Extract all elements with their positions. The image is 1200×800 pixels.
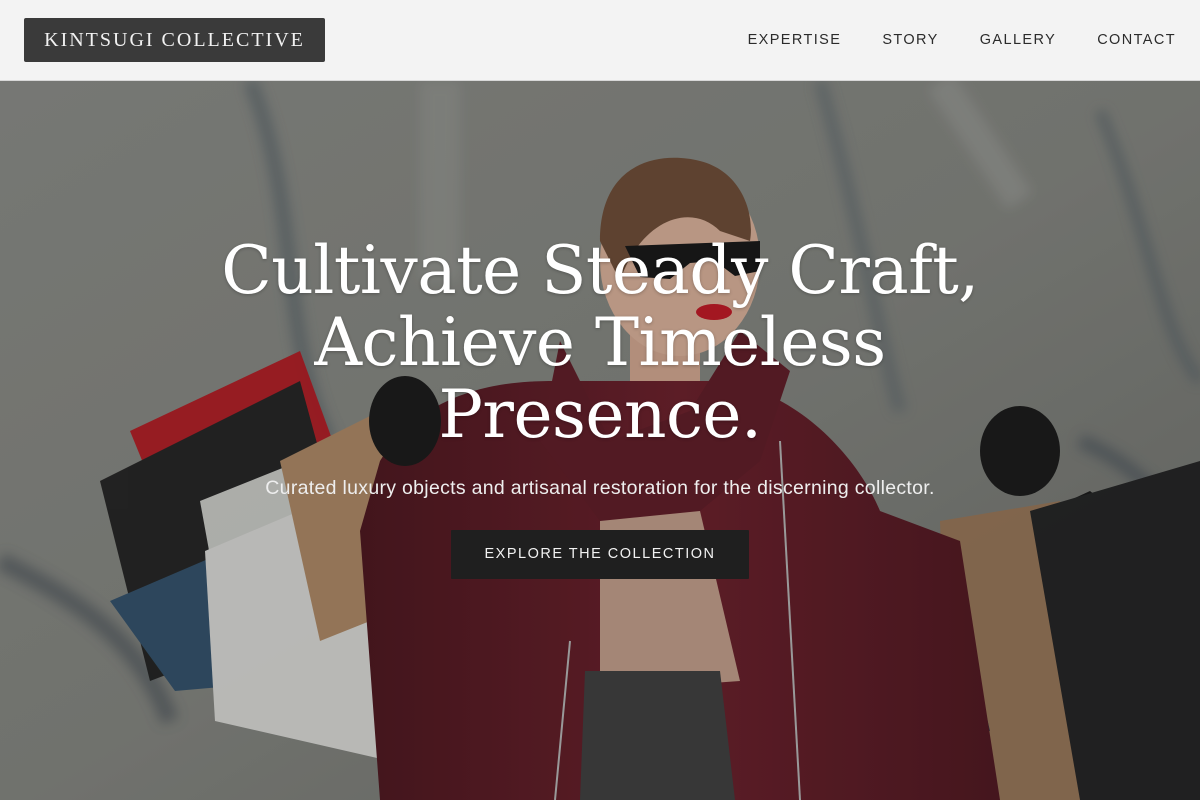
hero-subtitle: Curated luxury objects and artisanal res… bbox=[265, 477, 935, 499]
hero-title-line-2: Achieve Timeless bbox=[314, 304, 886, 381]
hero-section: Cultivate Steady Craft, Achieve Timeless… bbox=[0, 81, 1200, 800]
hero-title-line-1: Cultivate Steady Craft, bbox=[221, 232, 979, 309]
nav-item-contact: CONTACT bbox=[1097, 31, 1176, 49]
nav-link-gallery[interactable]: GALLERY bbox=[980, 32, 1056, 48]
nav-item-expertise: EXPERTISE bbox=[748, 31, 842, 49]
nav-link-contact[interactable]: CONTACT bbox=[1097, 32, 1176, 48]
explore-collection-button[interactable]: EXPLORE THE COLLECTION bbox=[451, 530, 749, 579]
nav-link-story[interactable]: STORY bbox=[882, 32, 938, 48]
logo-link[interactable]: KINTSUGI COLLECTIVE bbox=[24, 18, 325, 62]
nav-item-gallery: GALLERY bbox=[980, 31, 1056, 49]
nav-link-expertise[interactable]: EXPERTISE bbox=[748, 32, 842, 48]
page: KINTSUGI COLLECTIVE EXPERTISE STORY GALL… bbox=[0, 0, 1200, 800]
nav-item-story: STORY bbox=[882, 31, 938, 49]
main-nav: EXPERTISE STORY GALLERY CONTACT bbox=[748, 0, 1176, 80]
site-header: KINTSUGI COLLECTIVE EXPERTISE STORY GALL… bbox=[0, 0, 1200, 81]
hero-title: Cultivate Steady Craft, Achieve Timeless… bbox=[150, 235, 1050, 451]
hero-title-line-3: Presence. bbox=[438, 376, 762, 453]
